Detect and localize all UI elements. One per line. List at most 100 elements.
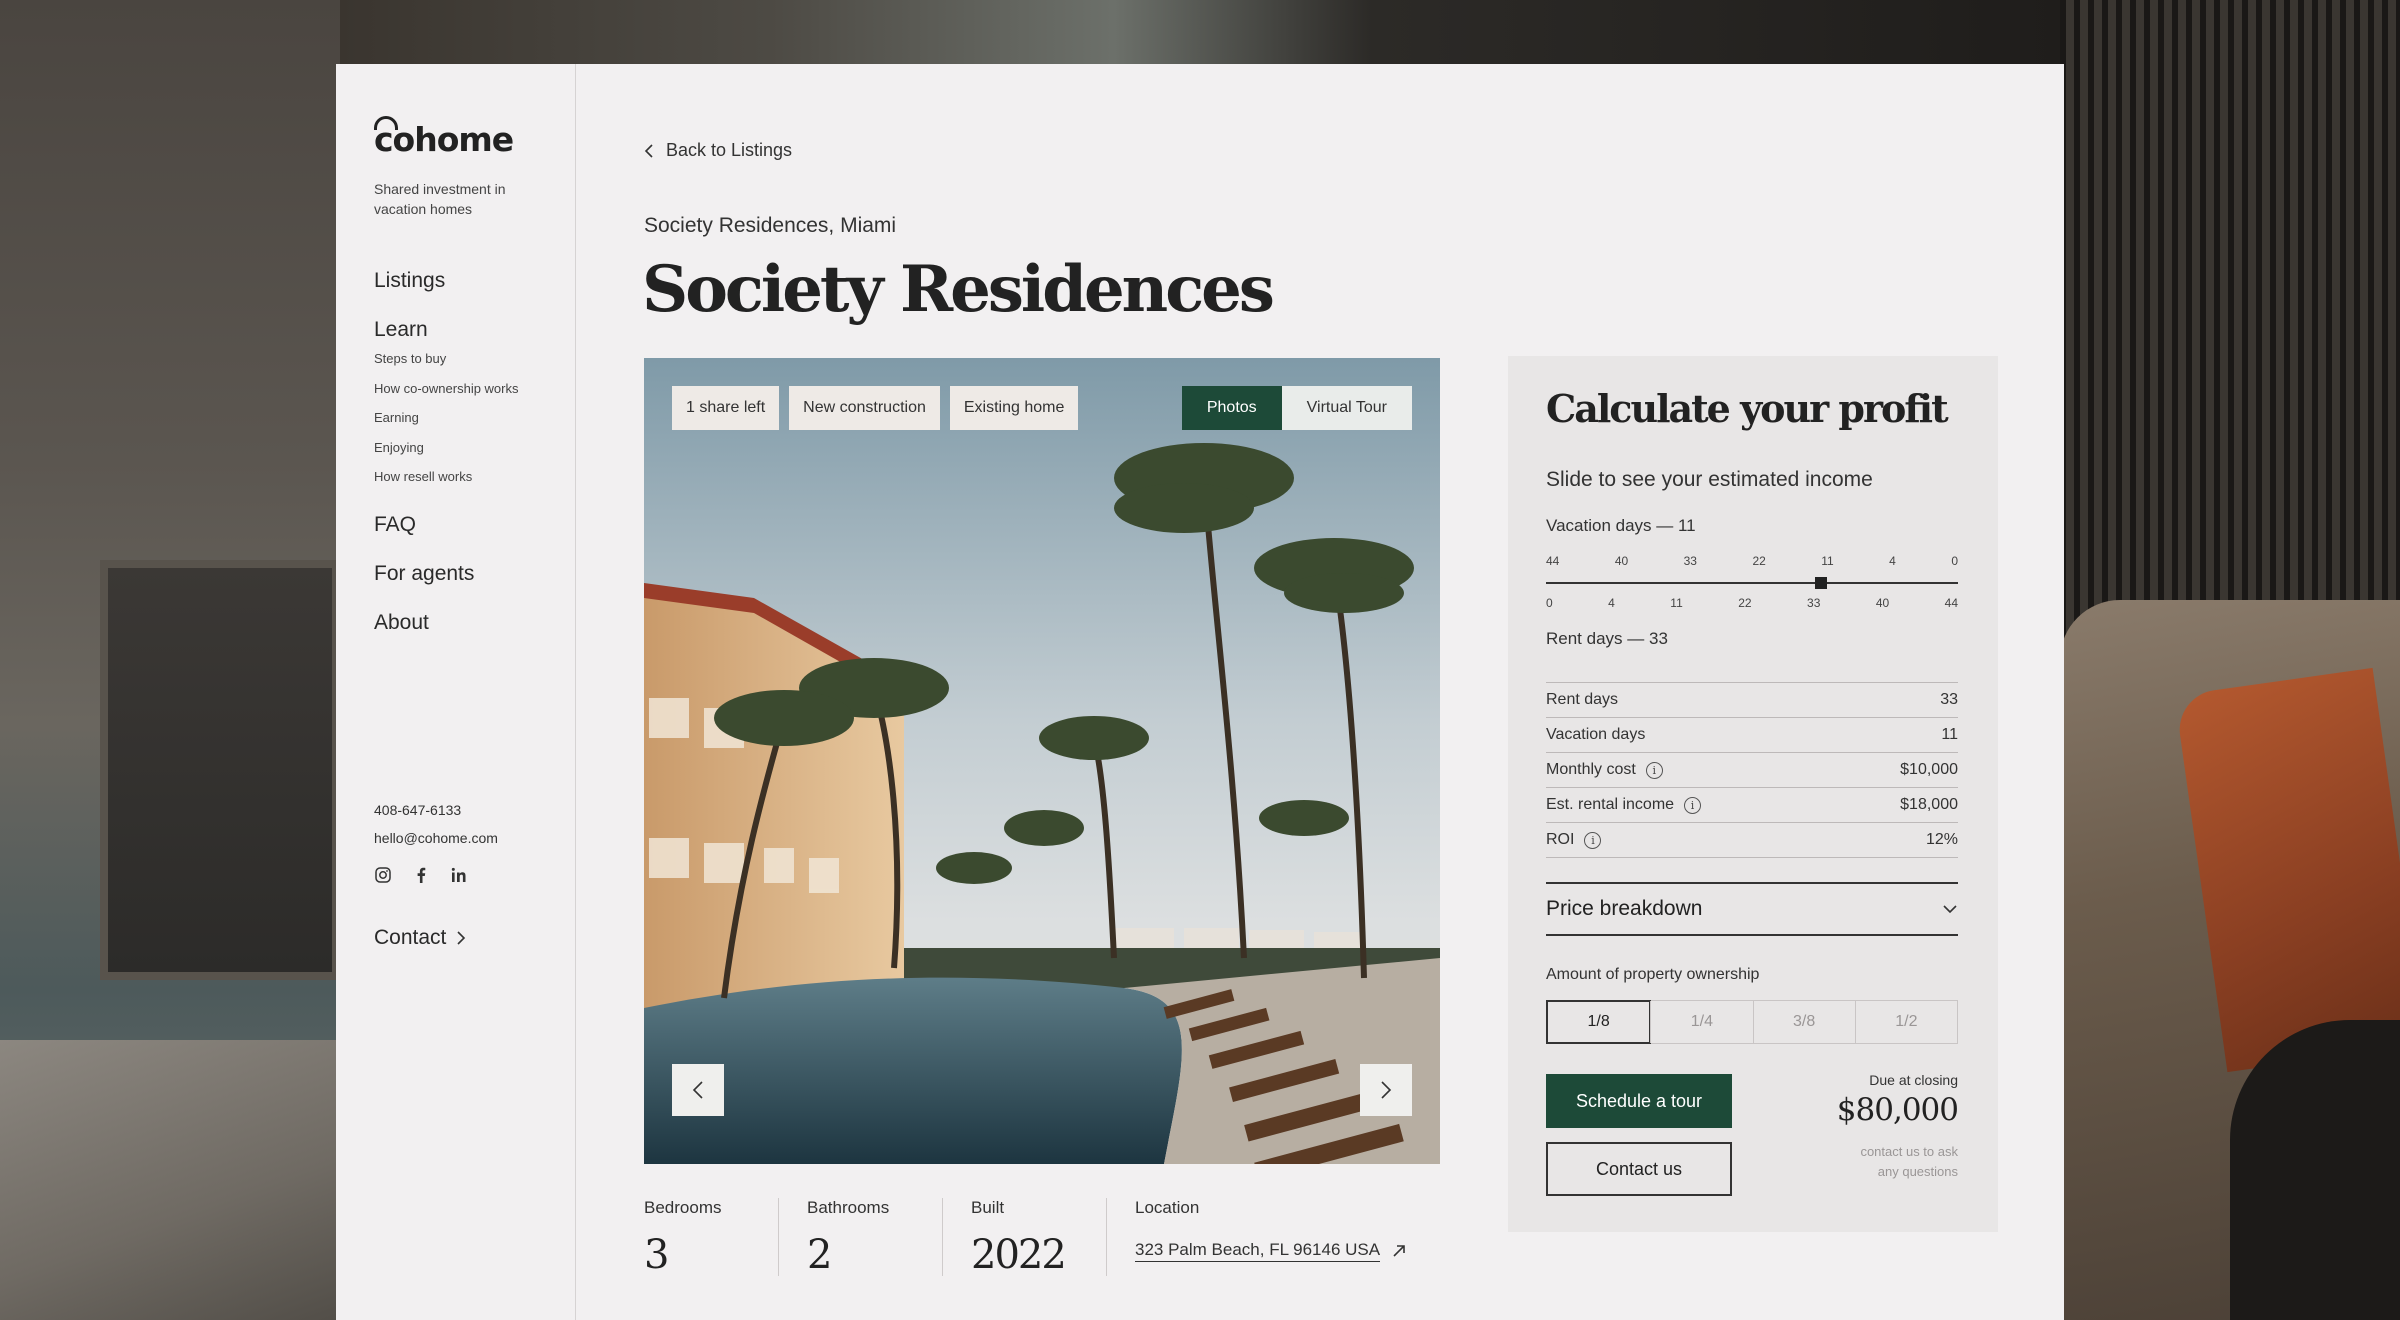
info-icon[interactable]: i: [1684, 796, 1702, 814]
row-key-label: ROI: [1546, 831, 1575, 848]
calculator-title: Calculate your profit: [1546, 386, 1949, 431]
price-breakdown-label: Price breakdown: [1546, 897, 1703, 920]
due-at-closing: Due at closing $80,000 contact us to ask…: [1836, 1072, 1959, 1182]
main-nav: Listings Learn Steps to buy How co-owner…: [374, 268, 564, 659]
background-shadow: [2230, 1020, 2400, 1320]
tick-bottom: 33: [1807, 596, 1821, 610]
vacation-days-label: Vacation days — 11: [1546, 516, 1696, 535]
listing-tags: 1 share left New construction Existing h…: [672, 386, 1079, 430]
summary-row-vacation-days: Vacation days 11: [1546, 718, 1958, 753]
virtual-tour-tab[interactable]: Virtual Tour: [1281, 386, 1412, 430]
email-address[interactable]: hello@cohome.com: [374, 828, 564, 856]
tick-bottom: 44: [1944, 596, 1958, 610]
contact-us-button[interactable]: Contact us: [1546, 1142, 1732, 1196]
ownership-option-3-8[interactable]: 3/8: [1752, 1001, 1855, 1043]
ownership-option-1-2[interactable]: 1/2: [1854, 1001, 1957, 1043]
ownership-option-1-4[interactable]: 1/4: [1650, 1001, 1752, 1043]
row-value: $10,000: [1900, 761, 1958, 778]
tick-top: 11: [1821, 554, 1834, 568]
ownership-selector: 1/8 1/4 3/8 1/2: [1546, 1000, 1958, 1044]
chevron-left-icon: [692, 1081, 703, 1099]
tick-top: 33: [1683, 554, 1697, 568]
property-photo: [644, 358, 1440, 1164]
due-note: contact us to ask any questions: [1837, 1142, 1958, 1182]
chevron-down-icon: [1943, 905, 1957, 914]
bathrooms-value: 2: [807, 1232, 832, 1278]
phone-number[interactable]: 408-647-6133: [374, 800, 564, 828]
nav-how-co-ownership-works[interactable]: How co-ownership works: [374, 380, 564, 410]
stat-bedrooms: Bedrooms 3: [644, 1198, 778, 1278]
row-value: 33: [1940, 691, 1958, 708]
contact-link[interactable]: Contact: [374, 926, 466, 950]
facebook-icon[interactable]: [412, 866, 430, 884]
nav-enjoying[interactable]: Enjoying: [374, 439, 564, 469]
sidebar: cohome Shared investment in vacation hom…: [336, 64, 576, 1320]
logo[interactable]: cohome: [374, 120, 514, 159]
social-links: [374, 866, 564, 884]
learn-submenu: Steps to buy How co-ownership works Earn…: [374, 350, 564, 498]
nav-earning[interactable]: Earning: [374, 409, 564, 439]
due-price: $80,000: [1836, 1092, 1959, 1128]
location-address[interactable]: 323 Palm Beach, FL 96146 USA: [1135, 1240, 1381, 1262]
info-icon[interactable]: i: [1584, 831, 1602, 849]
listing-page: cohome Shared investment in vacation hom…: [336, 64, 2064, 1320]
tag-new-construction: New construction: [789, 386, 940, 430]
info-icon[interactable]: i: [1645, 761, 1663, 779]
nav-faq[interactable]: FAQ: [374, 512, 564, 561]
view-toggle: Photos Virtual Tour: [1181, 386, 1412, 430]
profit-calculator: Calculate your profit Slide to see your …: [1508, 356, 1998, 1232]
stat-location: Location 323 Palm Beach, FL 96146 USA: [1106, 1198, 1446, 1276]
tick-top: 40: [1614, 554, 1629, 568]
row-key-label: Est. rental income: [1546, 796, 1675, 813]
row-value: 11: [1941, 726, 1958, 743]
nav-about[interactable]: About: [374, 610, 564, 659]
tick-bottom: 40: [1875, 596, 1890, 610]
tag-existing-home: Existing home: [949, 386, 1079, 430]
row-value: $18,000: [1900, 796, 1958, 813]
tick-top: 22: [1752, 554, 1766, 568]
days-slider-thumb[interactable]: [1814, 577, 1827, 589]
row-key-label: Monthly cost: [1546, 761, 1636, 778]
linkedin-icon[interactable]: [450, 866, 468, 884]
tick-bottom: 0: [1546, 596, 1553, 610]
tagline: Shared investment in vacation homes: [374, 181, 506, 217]
row-key: Rent days: [1546, 691, 1619, 708]
photos-tab[interactable]: Photos: [1181, 386, 1282, 430]
tick-bottom: 22: [1738, 596, 1752, 610]
back-label: Back to Listings: [666, 140, 793, 160]
instagram-icon[interactable]: [374, 866, 392, 884]
listing-location-subtitle: Society Residences, Miami: [644, 214, 897, 237]
profit-summary-table: Rent days 33 Vacation days 11 Monthly co…: [1546, 682, 1958, 858]
tick-top: 4: [1889, 554, 1896, 568]
background-top-strip: [340, 0, 2060, 64]
previous-photo-button[interactable]: [672, 1064, 724, 1116]
location-link[interactable]: 323 Palm Beach, FL 96146 USA: [1135, 1240, 1416, 1262]
contact-info: 408-647-6133 hello@cohome.com: [374, 800, 564, 884]
ownership-label: Amount of property ownership: [1546, 966, 1760, 983]
bedrooms-value: 3: [644, 1232, 669, 1278]
background-floor: [0, 1040, 340, 1320]
bedrooms-label: Bedrooms: [644, 1198, 722, 1217]
days-slider-track[interactable]: [1546, 582, 1958, 584]
nav-listings[interactable]: Listings: [374, 268, 564, 317]
page-title: Society Residences: [642, 252, 1275, 327]
vacation-days-scale: 44 40 33 22 11 4 0: [1546, 554, 1958, 568]
row-key: Vacation days: [1546, 726, 1646, 743]
calculator-subtitle: Slide to see your estimated income: [1546, 468, 1873, 491]
summary-row-roi: ROI i 12%: [1546, 823, 1958, 858]
nav-steps-to-buy[interactable]: Steps to buy: [374, 350, 564, 380]
nav-for-agents[interactable]: For agents: [374, 561, 564, 610]
background-cabinet: [100, 560, 340, 980]
ownership-option-1-8[interactable]: 1/8: [1546, 1000, 1652, 1044]
nav-how-resell-works[interactable]: How resell works: [374, 468, 564, 498]
next-photo-button[interactable]: [1360, 1064, 1412, 1116]
location-label: Location: [1135, 1198, 1200, 1217]
chevron-right-icon: [457, 931, 466, 945]
tick-top: 0: [1951, 554, 1958, 568]
tag-shares-left: 1 share left: [672, 386, 780, 430]
row-key: Monthly cost i: [1546, 761, 1663, 779]
schedule-tour-button[interactable]: Schedule a tour: [1546, 1074, 1732, 1128]
photo-gallery: 1 share left New construction Existing h…: [644, 358, 1440, 1164]
back-to-listings-link[interactable]: Back to Listings: [644, 140, 792, 161]
price-breakdown-toggle[interactable]: Price breakdown: [1546, 882, 1958, 936]
